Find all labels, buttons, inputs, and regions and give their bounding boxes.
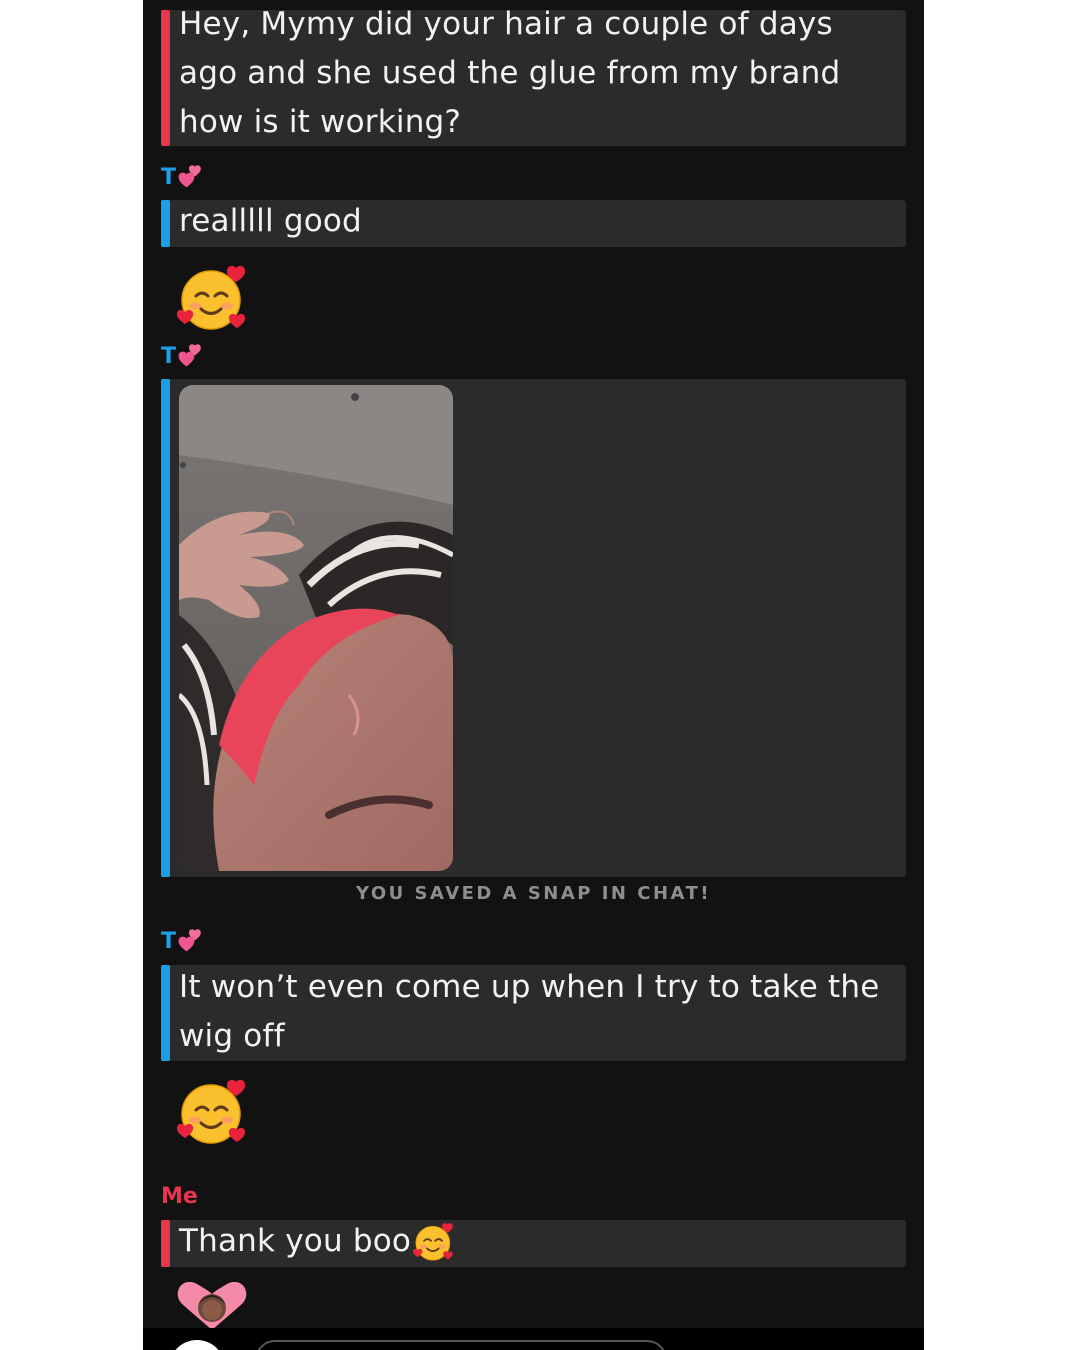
saved-snap-image[interactable] bbox=[179, 385, 453, 871]
two-hearts-icon bbox=[178, 164, 204, 190]
message-bubble-friend[interactable]: realllll good bbox=[161, 200, 906, 247]
sender-name: Me bbox=[161, 1184, 198, 1209]
sender-label-me: Me bbox=[161, 1184, 198, 1209]
sender-color-bar bbox=[161, 379, 170, 877]
message-text: Thank you boo bbox=[179, 1217, 900, 1266]
sender-color-bar bbox=[161, 200, 170, 247]
sender-name: T bbox=[161, 343, 177, 369]
two-hearts-icon bbox=[178, 928, 204, 954]
sender-label-t: T bbox=[161, 928, 204, 954]
snap-message-bubble[interactable] bbox=[161, 379, 906, 877]
sender-label-t: T bbox=[161, 343, 204, 369]
saved-snap-notice: YOU SAVED A SNAP IN CHAT! bbox=[355, 883, 712, 904]
message-text-content: Thank you boo bbox=[179, 1223, 412, 1259]
sender-color-bar bbox=[161, 965, 170, 1061]
snap-photo-illustration bbox=[179, 385, 453, 871]
message-bubble-me[interactable]: Thank you boo bbox=[161, 1220, 906, 1267]
message-text: realllll good bbox=[179, 203, 362, 239]
sender-color-bar bbox=[161, 10, 170, 146]
bitmoji-heart-icon[interactable] bbox=[177, 1282, 247, 1330]
message-text: It won’t even come up when I try to take… bbox=[179, 969, 880, 1054]
message-bubble-friend[interactable]: It won’t even come up when I try to take… bbox=[161, 965, 906, 1061]
sender-color-bar bbox=[161, 1220, 170, 1267]
smiling-face-with-hearts-icon[interactable] bbox=[177, 262, 249, 334]
bottom-input-bar bbox=[143, 1328, 924, 1350]
chat-screen: Hey, Mymy did your hair a couple of days… bbox=[143, 0, 924, 1350]
sender-name: T bbox=[161, 928, 177, 954]
sender-name: T bbox=[161, 164, 177, 190]
camera-button[interactable] bbox=[169, 1340, 225, 1350]
message-bubble-me[interactable]: Hey, Mymy did your hair a couple of days… bbox=[161, 6, 906, 146]
smiling-face-with-hearts-icon bbox=[413, 1221, 455, 1263]
message-text: Hey, Mymy did your hair a couple of days… bbox=[179, 6, 841, 140]
sender-label-t: T bbox=[161, 164, 204, 190]
chat-input[interactable] bbox=[255, 1340, 667, 1350]
smiling-face-with-hearts-icon[interactable] bbox=[177, 1076, 249, 1148]
two-hearts-icon bbox=[178, 343, 204, 369]
